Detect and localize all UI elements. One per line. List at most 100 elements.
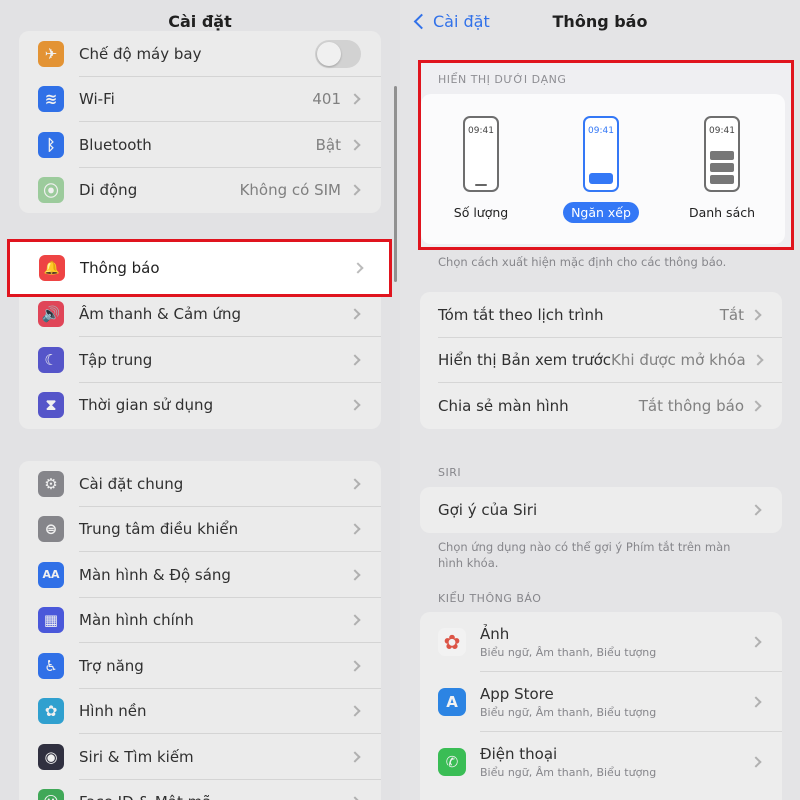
siri-section-title: SIRI (438, 466, 462, 479)
settings-item-value: Bật (315, 135, 341, 154)
notification-icon: 🔔 (39, 255, 65, 281)
apps-section-title: KIỂU THÔNG BÁO (438, 592, 542, 605)
app-notification-types: Biểu ngữ, Âm thanh, Biểu tượng (480, 646, 657, 659)
app-notification-row[interactable]: ✆ Điện thoại Biểu ngữ, Âm thanh, Biểu tượn… (420, 732, 782, 792)
app-name: Ảnh (480, 625, 510, 643)
chevron-right-icon (349, 705, 361, 717)
settings-item[interactable]: 🔊 Âm thanh & Cảm ứng (19, 292, 381, 338)
app-name: Điện thoại (480, 745, 558, 763)
notification-option-value: Tắt (719, 305, 744, 324)
scrollbar[interactable] (394, 86, 397, 282)
photos-icon: ✿ (438, 628, 466, 656)
chevron-right-icon (750, 636, 762, 648)
wallpaper-icon: ✿ (38, 698, 64, 725)
notification-option-label: Hiển thị Bản xem trước (438, 351, 612, 370)
settings-item-label: Chế độ máy bay (79, 44, 202, 63)
gear-icon: ⚙ (38, 470, 64, 497)
notification-option-row[interactable]: Chia sẻ màn hình Tắt thông báo (420, 383, 782, 429)
settings-item[interactable]: ✿ Hình nền (19, 689, 381, 735)
settings-item[interactable]: ⦿ Di động Không có SIM (19, 168, 381, 214)
display-section-title: HIỂN THỊ DƯỚI DẠNG (438, 73, 567, 86)
chevron-right-icon (349, 93, 361, 105)
settings-item[interactable]: ⊜ Trung tâm điều khiển (19, 507, 381, 553)
settings-item[interactable]: ✈ Chế độ máy bay (19, 31, 381, 77)
phone-time: 09:41 (588, 126, 614, 136)
app-store-icon: A (438, 688, 466, 716)
notification-option-row[interactable]: Hiển thị Bản xem trước Khi được mở khóa (420, 338, 782, 384)
settings-item[interactable]: ▦ Màn hình chính (19, 598, 381, 644)
notification-option-row[interactable]: Tóm tắt theo lịch trình Tắt (420, 292, 782, 338)
settings-item[interactable]: ☺ Face ID & Mật mã (19, 780, 381, 800)
airplane-mode-toggle[interactable] (315, 39, 361, 68)
settings-item-label: Thông báo (80, 259, 160, 277)
siri-footer: Chọn ứng dụng nào có thể gợi ý Phím tắt … (438, 540, 731, 570)
face-id-icon: ☺ (38, 789, 64, 800)
settings-pane: Cài đặt ✈ Chế độ máy bay ≋ Wi-Fi 401 ᛒ Bluetoo… (0, 0, 400, 800)
phone-icon: ✆ (438, 748, 466, 776)
settings-item-label: Âm thanh & Cảm ứng (79, 305, 242, 324)
siri-suggestions-label: Gợi ý của Siri (438, 500, 538, 519)
chevron-right-icon (750, 504, 762, 516)
bluetooth-icon: ᛒ (38, 131, 64, 158)
settings-item-notifications[interactable]: 🔔 Thông báo (10, 242, 389, 294)
chevron-right-icon (349, 614, 361, 626)
settings-group-connectivity: ✈ Chế độ máy bay ≋ Wi-Fi 401 ᛒ Bluetooth Bật ⦿ Di… (19, 31, 381, 213)
chevron-right-icon (752, 354, 764, 366)
notification-option-value: Tắt thông báo (638, 396, 744, 415)
notification-option-value: Khi được mở khóa (611, 351, 746, 370)
settings-item-label: Hình nền (79, 702, 147, 721)
settings-item[interactable]: ≋ Wi-Fi 401 (19, 77, 381, 123)
app-notification-row[interactable]: A App Store Biểu ngữ, Âm thanh, Biểu tượng (420, 672, 782, 732)
chevron-right-icon (349, 478, 361, 490)
chevron-right-icon (750, 756, 762, 768)
settings-item[interactable]: ⚙ Cài đặt chung (19, 461, 381, 507)
settings-item-label: Thời gian sử dụng (79, 396, 214, 415)
sound-icon: 🔊 (38, 301, 64, 328)
settings-item[interactable]: ◉ Siri & Tìm kiếm (19, 734, 381, 780)
chevron-right-icon (750, 309, 762, 321)
settings-item-label: Bluetooth (79, 135, 152, 154)
screen-time-icon: ⧗ (38, 392, 64, 419)
siri-suggestions-row[interactable]: Gợi ý của Siri (420, 487, 782, 533)
settings-item-label: Wi-Fi (79, 90, 115, 109)
chevron-right-icon (750, 696, 762, 708)
settings-group-general: ⚙ Cài đặt chung ⊜ Trung tâm điều khiển AA Màn… (19, 461, 381, 800)
style-option-stack[interactable]: 09:41 Ngăn xếp (551, 116, 651, 223)
settings-item-label: Màn hình & Độ sáng (79, 565, 231, 584)
notification-option-label: Chia sẻ màn hình (438, 396, 569, 415)
phone-time: 09:41 (468, 126, 494, 136)
settings-item-label: Cài đặt chung (79, 474, 184, 493)
phone-time: 09:41 (709, 126, 735, 136)
focus-moon-icon: ☾ (38, 346, 64, 373)
control-center-icon: ⊜ (38, 516, 64, 543)
settings-item-label: Siri & Tìm kiếm (79, 747, 194, 766)
wifi-icon: ≋ (38, 86, 64, 113)
settings-item[interactable]: ⧗ Thời gian sử dụng (19, 383, 381, 429)
display-brightness-icon: AA (38, 561, 64, 588)
app-notification-row[interactable]: ✿ Ảnh Biểu ngữ, Âm thanh, Biểu tượng (420, 612, 782, 672)
phone-stack-icon: 09:41 (583, 116, 619, 192)
chevron-right-icon (349, 308, 361, 320)
settings-item[interactable]: ᛒ Bluetooth Bật (19, 122, 381, 168)
apps-group: ✿ Ảnh Biểu ngữ, Âm thanh, Biểu tượng A App S… (420, 612, 782, 800)
style-option-label: Ngăn xếp (563, 202, 639, 223)
chevron-right-icon (352, 262, 364, 274)
style-option-label: Danh sách (688, 205, 756, 220)
chevron-right-icon (349, 399, 361, 411)
chevron-right-icon (349, 184, 361, 196)
style-option-count[interactable]: 09:41 Số lượng (431, 116, 531, 223)
settings-title: Cài đặt (168, 12, 232, 31)
display-footer: Chọn cách xuất hiện mặc định cho các thô… (438, 255, 727, 269)
chevron-right-icon (349, 354, 361, 366)
settings-item[interactable]: ♿ Trợ năng (19, 643, 381, 689)
style-option-list[interactable]: 09:41 Danh sách (672, 116, 772, 223)
settings-item[interactable]: ☾ Tập trung (19, 337, 381, 383)
settings-item-value: Không có SIM (239, 181, 341, 200)
phone-count-icon: 09:41 (463, 116, 499, 192)
chevron-right-icon (349, 751, 361, 763)
settings-item-label: Trung tâm điều khiển (79, 520, 239, 539)
cellular-icon: ⦿ (38, 177, 64, 204)
settings-item-label: Di động (79, 181, 138, 200)
settings-item[interactable]: AA Màn hình & Độ sáng (19, 552, 381, 598)
accessibility-icon: ♿ (38, 652, 64, 679)
